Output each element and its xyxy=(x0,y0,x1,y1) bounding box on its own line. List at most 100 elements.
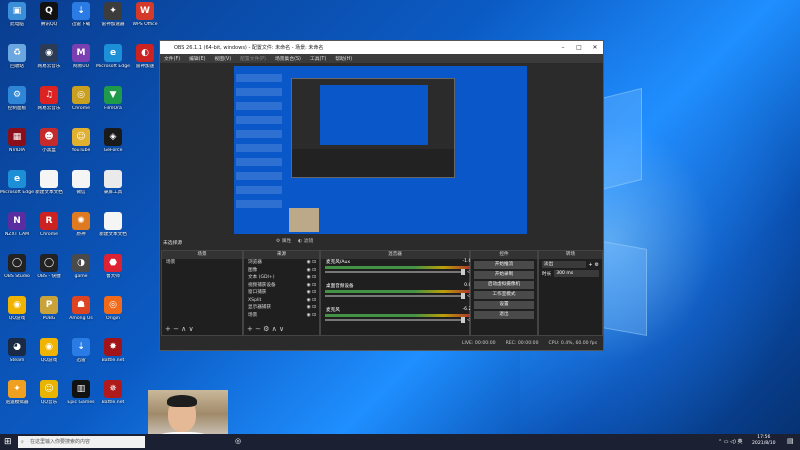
visibility-lock-icon[interactable]: ◉ ⊡ xyxy=(307,297,319,305)
control-button[interactable]: 退出 xyxy=(474,311,534,319)
menu-edit[interactable]: 编辑(E) xyxy=(189,55,205,62)
desktop-shortcut-label: Epic Games xyxy=(67,400,95,405)
desktop-shortcut[interactable]: ⬣ 鲁大师 xyxy=(96,254,130,285)
visibility-lock-icon[interactable]: ◉ ⊡ xyxy=(307,259,319,267)
desktop-shortcut[interactable]: ◈ GeForce xyxy=(96,128,130,159)
desktop-shortcut[interactable]: ◕ Steam xyxy=(0,338,34,369)
desktop-shortcut[interactable]: e Microsoft Edge xyxy=(96,44,130,75)
desktop-shortcut[interactable]: R Chrome xyxy=(32,212,66,243)
menu-profile[interactable]: 配置文件(P) xyxy=(240,55,266,62)
desktop-shortcut[interactable]: ◯ OBS - 快捷 xyxy=(32,254,66,285)
control-button[interactable]: 启动虚拟摄像机 xyxy=(474,281,534,289)
volume-slider[interactable] xyxy=(325,293,465,299)
desktop-shortcut[interactable]: P PUBG xyxy=(32,296,66,327)
source-label: 场景 xyxy=(248,312,258,318)
volume-slider[interactable] xyxy=(325,269,465,275)
taskbar-search-box[interactable]: ⌕ 在这里输入你要搜索的内容 xyxy=(18,436,145,448)
desktop-shortcut[interactable]: ▣ 此电脑 xyxy=(0,2,34,33)
scene-item[interactable]: 场景 xyxy=(162,259,242,267)
menu-file[interactable]: 文件(F) xyxy=(164,55,180,62)
control-button[interactable]: 工作室模式 xyxy=(474,291,534,299)
nvidia-icon: ◈ xyxy=(104,128,122,146)
volume-slider[interactable] xyxy=(325,317,465,323)
desktop-shortcut[interactable]: ⚙ 控制面板 xyxy=(0,86,34,117)
control-button[interactable]: 开始录制 xyxy=(474,271,534,279)
desktop-shortcut[interactable]: ⇣ 迅雷 xyxy=(64,338,98,369)
desktop-shortcut[interactable]: ◉ 网易云音乐 xyxy=(32,44,66,75)
close-icon[interactable]: ✕ xyxy=(587,44,603,51)
visibility-lock-icon[interactable]: ◉ ⊡ xyxy=(307,304,319,312)
visibility-lock-icon[interactable]: ◉ ⊡ xyxy=(307,312,319,320)
source-item[interactable]: 图像 ◉ ⊡ xyxy=(244,267,319,275)
transition-settings-icon[interactable]: ⚙ xyxy=(595,262,599,268)
desktop-shortcut[interactable]: ◐ 雷神加速 xyxy=(128,44,162,75)
desktop-shortcut[interactable]: ⇣ 迅雷下载 xyxy=(64,2,98,33)
obs-window[interactable]: OBS 26.1.1 (64-bit, windows) - 配置文件: 未命名… xyxy=(159,40,604,351)
desktop-shortcut[interactable]: ▥ Epic Games xyxy=(64,380,98,411)
control-button[interactable]: 开始推流 xyxy=(474,261,534,269)
desktop-shortcut[interactable]: 录屏工具 xyxy=(96,170,130,201)
source-item[interactable]: 视频捕获设备 ◉ ⊡ xyxy=(244,282,319,290)
desktop-shortcut[interactable]: ✸ Battle.net xyxy=(96,338,130,369)
desktop-shortcut[interactable]: ◎ Chrome xyxy=(64,86,98,117)
menu-scene-collection[interactable]: 场景集合(S) xyxy=(275,55,301,62)
source-item[interactable]: 场景 ◉ ⊡ xyxy=(244,312,319,320)
desktop-shortcut[interactable]: ✵ Battle.net xyxy=(96,380,130,411)
desktop-shortcut[interactable]: ☺ YouTube xyxy=(64,128,98,159)
menu-tools[interactable]: 工具(T) xyxy=(310,55,326,62)
visibility-lock-icon[interactable]: ◉ ⊡ xyxy=(307,282,319,290)
desktop-shortcut[interactable]: 微信 xyxy=(64,170,98,201)
desktop-shortcut[interactable]: ☻ 小黑盒 xyxy=(32,128,66,159)
source-item[interactable]: 浏览器 ◉ ⊡ xyxy=(244,259,319,267)
volume-meter xyxy=(325,266,473,269)
desktop-shortcut[interactable]: ☗ Among Us xyxy=(64,296,98,327)
notification-icon[interactable]: ▤ xyxy=(787,437,794,445)
control-button[interactable]: 设置 xyxy=(474,301,534,309)
desktop-shortcut[interactable]: e Microsoft Edge xyxy=(0,170,34,201)
taskbar-clock[interactable]: 17:56 2021/8/10 xyxy=(752,435,776,447)
task-view-icon[interactable]: ◎ xyxy=(235,437,241,445)
desktop-shortcut[interactable]: ◎ Origin xyxy=(96,296,130,327)
desktop-shortcut[interactable]: 新建文本文档 xyxy=(96,212,130,243)
desktop-shortcut[interactable]: Q 腾讯QQ xyxy=(32,2,66,33)
desktop-shortcut[interactable]: ◯ OBS Studio xyxy=(0,254,34,285)
properties-button[interactable]: ⚙ 属性 xyxy=(276,237,291,244)
desktop-shortcut[interactable]: 新建文本文档 xyxy=(32,170,66,201)
desktop-shortcut[interactable]: ♻ 回收站 xyxy=(0,44,34,75)
obs-title-bar[interactable]: OBS 26.1.1 (64-bit, windows) - 配置文件: 未命名… xyxy=(160,41,603,54)
desktop-shortcut[interactable]: ▼ FilmOra xyxy=(96,86,130,117)
transition-type-select[interactable]: 淡出 xyxy=(542,261,587,268)
obs-preview-canvas[interactable] xyxy=(234,66,527,234)
add-transition-icon[interactable]: + xyxy=(588,262,592,268)
desktop-shortcut[interactable]: ♫ 网易云音乐 xyxy=(32,86,66,117)
desktop-shortcut[interactable]: N NZXT CAM xyxy=(0,212,34,243)
duration-input[interactable]: 300 ms xyxy=(554,270,599,277)
source-item[interactable]: 显示器捕获 ◉ ⊡ xyxy=(244,304,319,312)
desktop-shortcut[interactable]: ◑ game xyxy=(64,254,98,285)
filters-button[interactable]: ◐ 滤镜 xyxy=(298,237,313,244)
desktop-shortcut[interactable]: ✦ 雷神加速器 xyxy=(96,2,130,33)
desktop-shortcut[interactable]: ✺ 原神 xyxy=(64,212,98,243)
maximize-icon[interactable]: □ xyxy=(571,44,587,51)
menu-help[interactable]: 帮助(H) xyxy=(335,55,352,62)
source-item[interactable]: XSplit ◉ ⊡ xyxy=(244,297,319,305)
source-item[interactable]: 文本 (GDI+) ◉ ⊡ xyxy=(244,274,319,282)
menu-view[interactable]: 视图(V) xyxy=(214,55,231,62)
accelerator-icon: ✦ xyxy=(104,2,122,20)
tray-icons[interactable]: ⌃ ▭ ◁) 英 xyxy=(718,438,742,445)
visibility-lock-icon[interactable]: ◉ ⊡ xyxy=(307,267,319,275)
desktop-shortcut[interactable]: ◉ QQ游戏 xyxy=(0,296,34,327)
visibility-lock-icon[interactable]: ◉ ⊡ xyxy=(307,289,319,297)
visibility-lock-icon[interactable]: ◉ ⊡ xyxy=(307,274,319,282)
desktop-shortcut-label: game xyxy=(74,274,88,279)
desktop-shortcut[interactable]: ☺ QQ音乐 xyxy=(32,380,66,411)
desktop-shortcut[interactable]: W WPS Office xyxy=(128,2,162,33)
desktop-shortcut[interactable]: M 网易UU xyxy=(64,44,98,75)
volume-meter xyxy=(325,290,473,293)
desktop-shortcut[interactable]: ◉ QQ游戏 xyxy=(32,338,66,369)
source-item[interactable]: 窗口捕获 ◉ ⊡ xyxy=(244,289,319,297)
desktop-shortcut[interactable]: ▦ NVIDIA xyxy=(0,128,34,159)
desktop-shortcut[interactable]: ✦ 逍遥模拟器 xyxy=(0,380,34,411)
minimize-icon[interactable]: – xyxy=(555,44,571,51)
start-button[interactable]: ⊞ xyxy=(4,437,12,447)
